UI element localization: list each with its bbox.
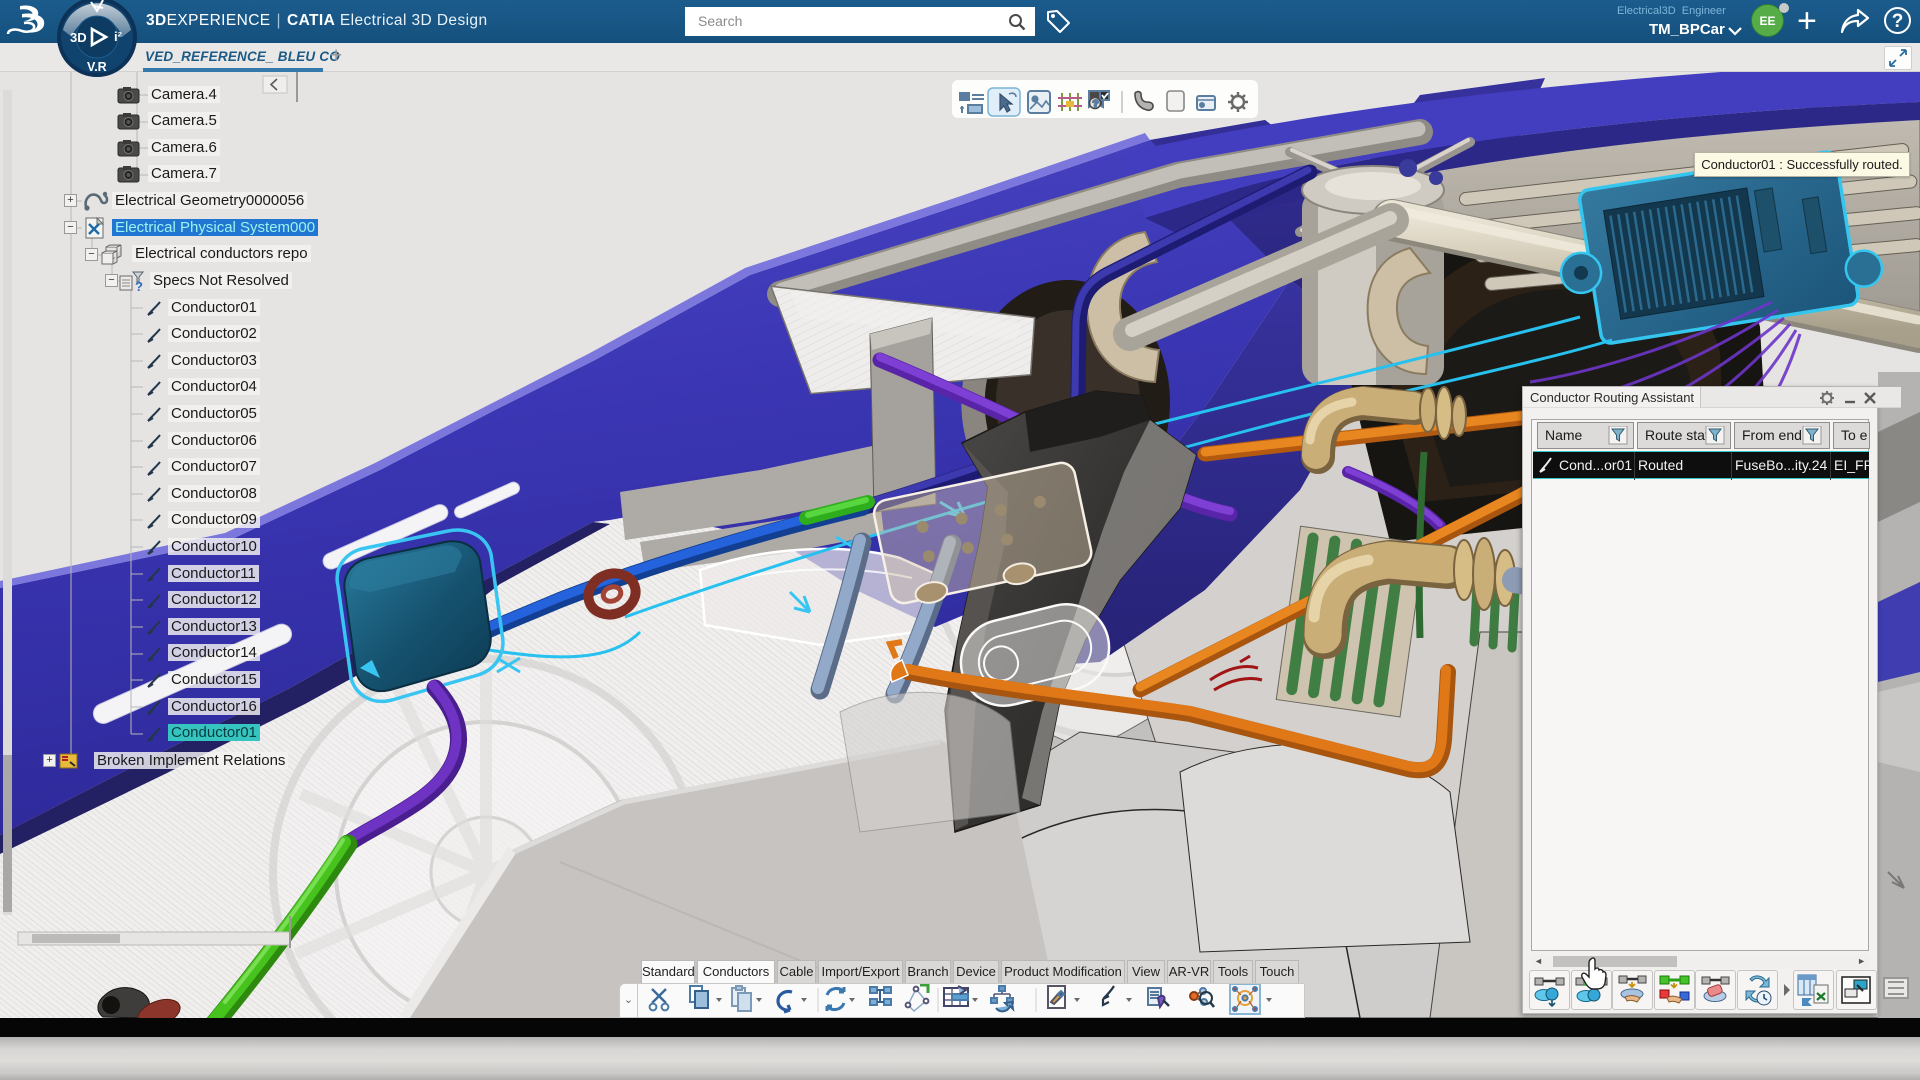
svg-text:3D: 3D xyxy=(70,30,87,45)
svg-text:V.R: V.R xyxy=(87,60,107,74)
svg-text:?: ? xyxy=(1093,99,1099,110)
svg-text:?: ? xyxy=(135,279,143,294)
svg-text:i²: i² xyxy=(114,29,123,44)
